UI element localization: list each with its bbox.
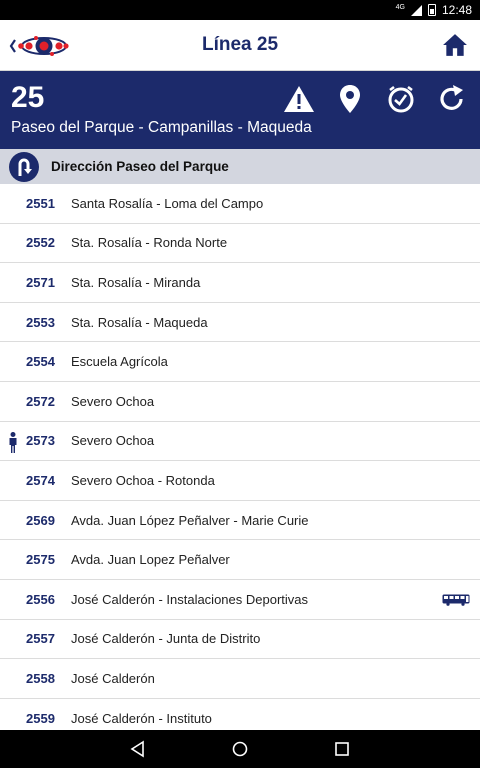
line-header: 25 Paseo del Parque - Campanillas - Maqu… bbox=[0, 71, 480, 149]
line-actions bbox=[283, 83, 468, 115]
navigation-bar bbox=[0, 730, 480, 768]
stop-name: Sta. Rosalía - Ronda Norte bbox=[71, 235, 228, 251]
list-item[interactable]: 2556 José Calderón - Instalaciones Depor… bbox=[0, 580, 480, 620]
list-item[interactable]: 2554 Escuela Agrícola bbox=[0, 342, 480, 382]
stop-code: 2571 bbox=[26, 274, 55, 290]
stop-name: Avda. Juan López Peñalver - Marie Curie bbox=[71, 512, 309, 528]
stop-code: 2559 bbox=[26, 710, 55, 726]
recents-icon[interactable] bbox=[333, 740, 351, 758]
stop-name: Escuela Agrícola bbox=[71, 354, 168, 370]
list-item[interactable]: 2553 Sta. Rosalía - Maqueda bbox=[0, 303, 480, 343]
stop-code: 2552 bbox=[26, 235, 55, 251]
direction-label: Dirección Paseo del Parque bbox=[51, 159, 229, 174]
stop-code: 2554 bbox=[26, 354, 55, 370]
screen-title: Línea 25 bbox=[201, 34, 279, 55]
stop-code: 2556 bbox=[26, 591, 55, 607]
stop-name: Santa Rosalía - Loma del Campo bbox=[71, 195, 264, 211]
clock-time: 12:48 bbox=[441, 3, 472, 17]
stops-list: 2551 Santa Rosalía - Loma del Campo 2552… bbox=[0, 184, 480, 739]
stop-name: Sta. Rosalía - Miranda bbox=[71, 274, 201, 290]
stop-code: 2575 bbox=[26, 552, 55, 568]
back-logo-icon[interactable] bbox=[8, 28, 70, 64]
stop-code: 2553 bbox=[26, 314, 55, 330]
status-bar: 4G 12:48 bbox=[0, 0, 480, 20]
list-item[interactable]: 2557 José Calderón - Junta de Distrito bbox=[0, 620, 480, 660]
home-circle-icon[interactable] bbox=[231, 740, 249, 758]
stop-name: José Calderón - Junta de Distrito bbox=[71, 631, 261, 647]
list-item[interactable]: 2558 José Calderón bbox=[0, 659, 480, 699]
warning-icon[interactable] bbox=[283, 83, 315, 115]
list-item[interactable]: 2574 Severo Ochoa - Rotonda bbox=[0, 461, 480, 501]
bus-icon bbox=[442, 594, 470, 606]
direction-header[interactable]: Dirección Paseo del Parque bbox=[0, 149, 480, 184]
battery-icon bbox=[427, 4, 436, 16]
stop-name: Avda. Juan Lopez Peñalver bbox=[71, 552, 230, 568]
list-item[interactable]: 2551 Santa Rosalía - Loma del Campo bbox=[0, 184, 480, 224]
stop-name: José Calderón - Instituto bbox=[71, 710, 212, 726]
list-item[interactable]: 2571 Sta. Rosalía - Miranda bbox=[0, 263, 480, 303]
stop-code: 2572 bbox=[26, 393, 55, 409]
stop-code: 2551 bbox=[26, 195, 55, 211]
stop-name: José Calderón - Instalaciones Deportivas bbox=[71, 591, 309, 607]
person-icon bbox=[9, 431, 17, 453]
stop-code: 2557 bbox=[26, 631, 55, 647]
line-route: Paseo del Parque - Campanillas - Maqueda bbox=[11, 119, 312, 136]
stop-code: 2573 bbox=[26, 433, 55, 449]
list-item[interactable]: 2573 Severo Ochoa bbox=[0, 422, 480, 462]
list-item[interactable]: 2575 Avda. Juan Lopez Peñalver bbox=[0, 540, 480, 580]
location-pin-icon[interactable] bbox=[334, 83, 366, 115]
refresh-icon[interactable] bbox=[436, 83, 468, 115]
home-icon[interactable] bbox=[442, 32, 468, 58]
signal-icon bbox=[410, 4, 422, 16]
list-item[interactable]: 2572 Severo Ochoa bbox=[0, 382, 480, 422]
u-turn-icon[interactable] bbox=[8, 151, 40, 183]
network-type: 4G bbox=[395, 3, 405, 11]
stop-name: Severo Ochoa bbox=[71, 433, 155, 449]
stop-name: Sta. Rosalía - Maqueda bbox=[71, 314, 208, 330]
list-item[interactable]: 2552 Sta. Rosalía - Ronda Norte bbox=[0, 224, 480, 264]
stop-name: José Calderón bbox=[71, 670, 155, 686]
line-number: 25 bbox=[11, 81, 45, 114]
clock-icon[interactable] bbox=[385, 83, 417, 115]
stop-name: Severo Ochoa - Rotonda bbox=[71, 472, 215, 488]
stop-name: Severo Ochoa bbox=[71, 393, 155, 409]
stop-code: 2558 bbox=[26, 670, 55, 686]
list-item[interactable]: 2569 Avda. Juan López Peñalver - Marie C… bbox=[0, 501, 480, 541]
stop-code: 2569 bbox=[26, 512, 55, 528]
back-icon[interactable] bbox=[129, 740, 147, 758]
app-bar: Línea 25 bbox=[0, 20, 480, 71]
stop-code: 2574 bbox=[26, 472, 55, 488]
